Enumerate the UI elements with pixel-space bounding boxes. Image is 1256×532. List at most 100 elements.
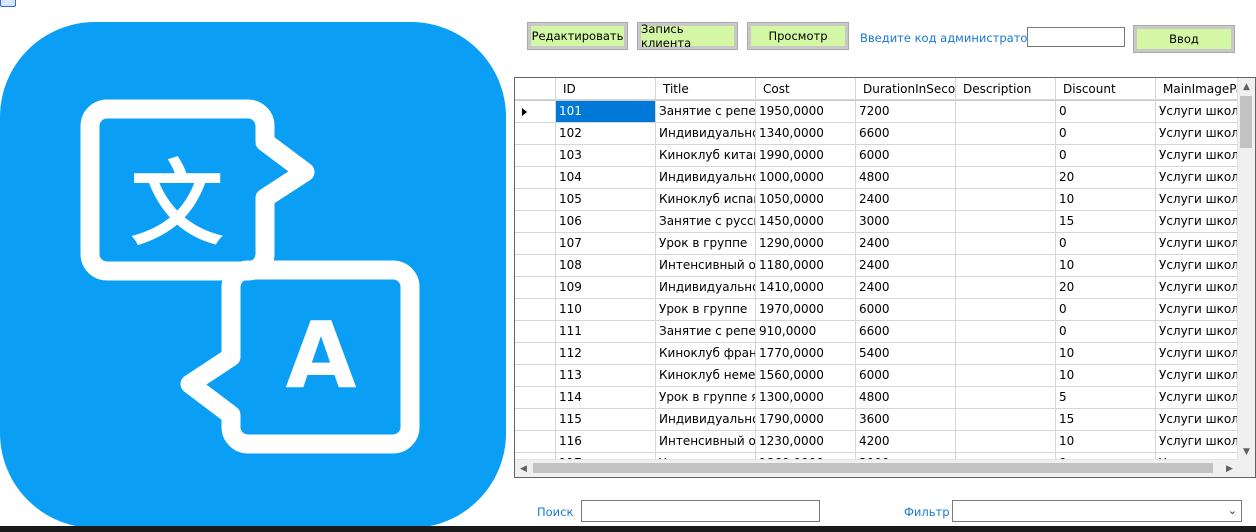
cell-title[interactable]: Интенсивный обучение: [656, 431, 756, 453]
cell-duration[interactable]: 4200: [856, 431, 956, 453]
cell-description[interactable]: [956, 409, 1056, 431]
cell-main-image-path[interactable]: Услуги школы: [1156, 101, 1245, 123]
row-header-cell[interactable]: [515, 167, 556, 189]
row-header-cell[interactable]: [515, 145, 556, 167]
cell-title[interactable]: Интенсивный обучение: [656, 255, 756, 277]
cell-discount[interactable]: 0: [1056, 123, 1156, 145]
cell-main-image-path[interactable]: Услуги школы: [1156, 343, 1245, 365]
table-row[interactable]: 113Киноклуб немецкого1560,00006000 10Услу…: [515, 365, 1245, 387]
table-row[interactable]: 114Урок в группе японского1300,00004800 5…: [515, 387, 1245, 409]
cell-main-image-path[interactable]: Услуги школы: [1156, 387, 1245, 409]
vertical-scrollbar[interactable]: ▲ ▼: [1237, 78, 1255, 460]
cell-main-image-path[interactable]: Услуги школы: [1156, 255, 1245, 277]
cell-id[interactable]: 102: [556, 123, 656, 145]
cell-title[interactable]: Индивидуальное занятие: [656, 409, 756, 431]
cell-description[interactable]: [956, 167, 1056, 189]
cell-id[interactable]: 108: [556, 255, 656, 277]
cell-discount[interactable]: 0: [1056, 101, 1156, 123]
client-record-button[interactable]: Запись клиента: [637, 22, 738, 50]
cell-id[interactable]: 112: [556, 343, 656, 365]
column-header-description[interactable]: Description: [956, 78, 1056, 100]
cell-description[interactable]: [956, 211, 1056, 233]
table-row[interactable]: 107 Урок в группе 1290,0000 2400 0 Услуги шко…: [515, 233, 1245, 255]
cell-title[interactable]: Индивидуальное занятие: [656, 123, 756, 145]
cell-duration[interactable]: 2400: [856, 277, 956, 299]
cell-discount[interactable]: 10: [1056, 189, 1156, 211]
row-header-cell[interactable]: [515, 431, 556, 453]
cell-cost[interactable]: 1340,0000: [756, 123, 856, 145]
cell-cost[interactable]: 1450,0000: [756, 211, 856, 233]
row-header-cell[interactable]: [515, 101, 556, 123]
cell-title[interactable]: Занятие с русским: [656, 211, 756, 233]
cell-description[interactable]: [956, 321, 1056, 343]
cell-cost[interactable]: 1790,0000: [756, 409, 856, 431]
row-header-cell[interactable]: [515, 409, 556, 431]
scroll-up-arrow-icon[interactable]: ▲: [1238, 78, 1255, 95]
cell-duration[interactable]: 3000: [856, 211, 956, 233]
cell-duration[interactable]: 6000: [856, 299, 956, 321]
cell-main-image-path[interactable]: Услуги школы: [1156, 123, 1245, 145]
table-row[interactable]: 108Интенсивный обучение1180,00002400 10Ус…: [515, 255, 1245, 277]
table-row[interactable]: 111Занятие с репетитором910,00006600 0Усл…: [515, 321, 1245, 343]
table-row[interactable]: 112Киноклуб французского1770,00005400 10У…: [515, 343, 1245, 365]
cell-id[interactable]: 106: [556, 211, 656, 233]
cell-main-image-path[interactable]: Услуги школы: [1156, 189, 1245, 211]
cell-title[interactable]: Занятие с репетитором: [656, 101, 756, 123]
cell-cost[interactable]: 1970,0000: [756, 299, 856, 321]
cell-discount[interactable]: 0: [1056, 145, 1156, 167]
cell-main-image-path[interactable]: Услуги школы: [1156, 233, 1245, 255]
column-header-title[interactable]: Title: [656, 78, 756, 100]
cell-id[interactable]: 105: [556, 189, 656, 211]
cell-id[interactable]: 113: [556, 365, 656, 387]
table-row[interactable]: 102Индивидуальное занятие1340,00006600 0У…: [515, 123, 1245, 145]
cell-main-image-path[interactable]: Услуги школы: [1156, 211, 1245, 233]
cell-duration[interactable]: 2400: [856, 255, 956, 277]
cell-cost[interactable]: 1770,0000: [756, 343, 856, 365]
cell-cost[interactable]: 1000,0000: [756, 167, 856, 189]
table-row[interactable]: 110 Урок в группе 1970,0000 6000 0 Услуги шко…: [515, 299, 1245, 321]
cell-cost[interactable]: 1230,0000: [756, 431, 856, 453]
cell-duration[interactable]: 2400: [856, 233, 956, 255]
cell-id[interactable]: 115: [556, 409, 656, 431]
row-header-cell[interactable]: [515, 189, 556, 211]
cell-cost[interactable]: 1290,0000: [756, 233, 856, 255]
cell-cost[interactable]: 910,0000: [756, 321, 856, 343]
row-header-cell[interactable]: [515, 321, 556, 343]
cell-main-image-path[interactable]: Услуги школы: [1156, 167, 1245, 189]
chevron-down-icon[interactable]: ⌄: [1228, 504, 1237, 517]
horizontal-scrollbar[interactable]: ◀ ▶: [515, 459, 1238, 477]
cell-title[interactable]: Киноклуб китайского: [656, 145, 756, 167]
row-header-cell[interactable]: [515, 255, 556, 277]
cell-description[interactable]: [956, 365, 1056, 387]
cell-duration[interactable]: 2400: [856, 189, 956, 211]
cell-discount[interactable]: 0: [1056, 321, 1156, 343]
cell-id[interactable]: 116: [556, 431, 656, 453]
cell-title[interactable]: Урок в группе: [656, 233, 756, 255]
column-header-duration[interactable]: DurationInSeconds: [856, 78, 956, 100]
cell-description[interactable]: [956, 145, 1056, 167]
cell-title[interactable]: Урок в группе: [656, 299, 756, 321]
cell-cost[interactable]: 1410,0000: [756, 277, 856, 299]
cell-discount[interactable]: 5: [1056, 387, 1156, 409]
cell-id[interactable]: 111: [556, 321, 656, 343]
vertical-scroll-thumb[interactable]: [1240, 96, 1252, 148]
table-row[interactable]: 115Индивидуальное занятие1790,00003600 15…: [515, 409, 1245, 431]
cell-duration[interactable]: 6600: [856, 123, 956, 145]
cell-cost[interactable]: 1300,0000: [756, 387, 856, 409]
cell-discount[interactable]: 0: [1056, 233, 1156, 255]
cell-duration[interactable]: 4800: [856, 387, 956, 409]
row-header-cell[interactable]: [515, 343, 556, 365]
cell-discount[interactable]: 10: [1056, 431, 1156, 453]
cell-duration[interactable]: 3600: [856, 409, 956, 431]
cell-description[interactable]: [956, 123, 1056, 145]
cell-duration[interactable]: 5400: [856, 343, 956, 365]
cell-cost[interactable]: 1990,0000: [756, 145, 856, 167]
table-row[interactable]: 109Индивидуальное занятие1410,00002400 20…: [515, 277, 1245, 299]
cell-duration[interactable]: 4800: [856, 167, 956, 189]
row-header-cell[interactable]: [515, 387, 556, 409]
table-row[interactable]: 101Занятие с репетитором1950,00007200 0Ус…: [515, 101, 1245, 123]
cell-title[interactable]: Киноклуб французского: [656, 343, 756, 365]
cell-discount[interactable]: 15: [1056, 409, 1156, 431]
table-row[interactable]: 116Интенсивный обучение1230,00004200 10Ус…: [515, 431, 1245, 453]
cell-title[interactable]: Индивидуальное занятие: [656, 167, 756, 189]
